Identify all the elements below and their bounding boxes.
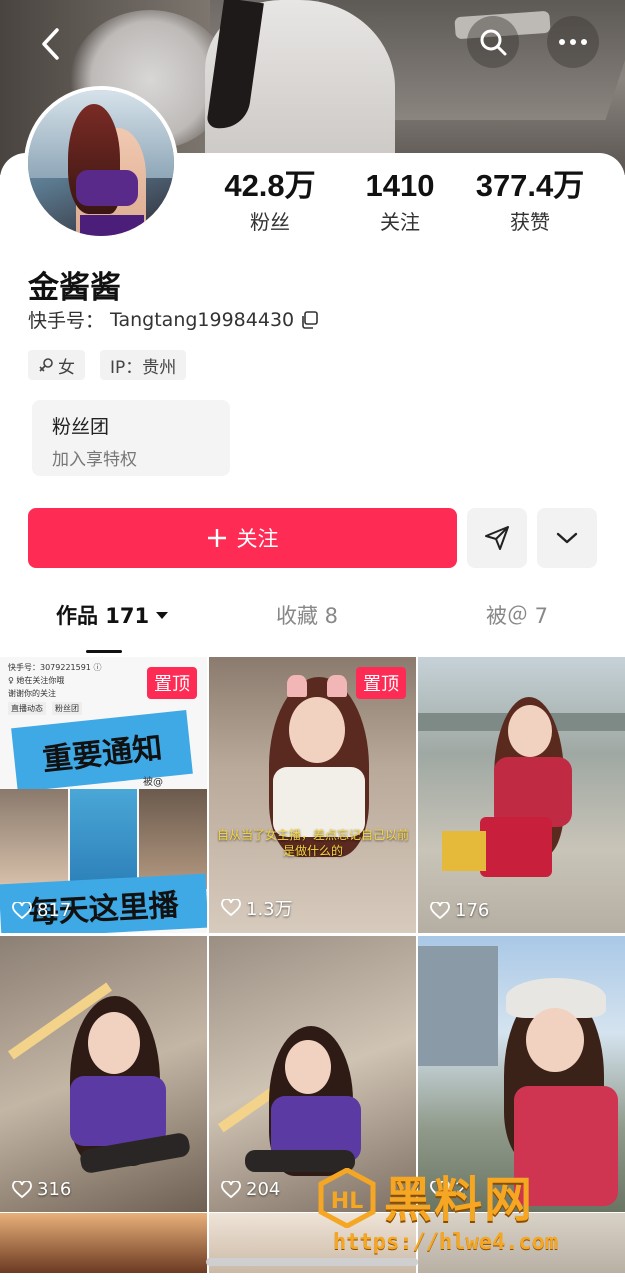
bollard (442, 831, 486, 871)
handbag (480, 817, 552, 877)
like-count: 204 (221, 1179, 280, 1200)
tab-label: 作品 171 (56, 604, 150, 628)
expand-button[interactable] (537, 508, 597, 568)
fan-club-subtitle: 加入享特权 (52, 450, 137, 470)
like-count-value: 1.3万 (246, 899, 293, 920)
avatar-top (76, 170, 138, 206)
fan-club-card[interactable]: 粉丝团 加入享特权 (32, 400, 230, 476)
profile-name: 金酱酱 (28, 270, 121, 306)
doc-line: 快手号：3079221591 ⓘ (8, 663, 102, 672)
caret-down-icon (156, 612, 169, 619)
home-indicator (206, 1258, 418, 1266)
doc-tag: 粉丝团 (52, 702, 82, 715)
search-icon (480, 29, 507, 56)
profile-id: 快手号： Tangtang19984430 (28, 306, 318, 333)
notice-banner: 重要通知 (11, 709, 193, 793)
heart-icon (12, 1180, 32, 1198)
gender-text: 女 (58, 357, 75, 378)
tab-mentions[interactable]: 被＠ 7 (486, 600, 548, 630)
heart-icon (430, 901, 450, 919)
thumb-photo (0, 789, 68, 889)
watermark-logo-icon: HL (318, 1168, 376, 1228)
follow-button[interactable]: 关注 (28, 508, 457, 568)
active-tab-indicator (86, 650, 122, 653)
video-caption: 自从当了女主播，差点忘记自己以前是做什么的 (217, 828, 410, 858)
copy-icon[interactable] (300, 310, 318, 329)
plus-icon (207, 529, 226, 547)
like-count: 316 (12, 1179, 71, 1200)
video-thumbnail[interactable]: 316 (0, 936, 207, 1212)
thumb-photo (69, 789, 138, 889)
notice-thumbs (0, 789, 207, 889)
doc-tag: 直播动态 (8, 702, 46, 715)
like-count-value: 316 (37, 1179, 72, 1200)
chevron-left-icon (42, 28, 59, 60)
pinned-badge: 置顶 (356, 667, 406, 699)
stat-label: 粉丝 (250, 210, 290, 234)
video-thumbnail[interactable] (0, 1213, 207, 1273)
doc-line: ♀ 她在关注你哦 (8, 676, 65, 685)
pinned-badge: 置顶 (147, 667, 197, 699)
avatar[interactable] (24, 86, 178, 240)
like-count: 1.3万 (221, 895, 293, 921)
figure-face (508, 705, 552, 757)
gender-tag: 女 (28, 350, 85, 380)
figure-dress (70, 1076, 166, 1146)
figure-face (88, 1012, 140, 1074)
heart-icon (221, 1180, 241, 1198)
ip-text: IP：贵州 (110, 357, 177, 378)
tab-works[interactable]: 作品 171 (56, 600, 169, 630)
profile-id-label: 快手号： (28, 310, 105, 332)
cat-ear (327, 675, 347, 697)
tab-label: 收藏 8 (276, 604, 339, 628)
svg-text:HL: HL (331, 1189, 363, 1214)
stat-label: 获赞 (510, 210, 550, 234)
mention-text: 被@ (143, 777, 163, 788)
cat-ear (287, 675, 307, 697)
heart-icon (12, 901, 32, 919)
like-count-value: 817 (37, 900, 72, 921)
stat-value: 1410 (365, 168, 435, 203)
stat-likes[interactable]: 377.4万 获赞 (460, 168, 600, 235)
stat-following[interactable]: 1410 关注 (330, 168, 470, 235)
background-building (418, 946, 498, 1066)
watermark-url: https://hlwe4.com (333, 1230, 559, 1255)
video-thumbnail[interactable]: 自从当了女主播，差点忘记自己以前是做什么的 置顶 1.3万 (209, 657, 416, 933)
message-button[interactable] (467, 508, 527, 568)
stat-followers[interactable]: 42.8万 粉丝 (200, 168, 340, 235)
doc-line: 谢谢你的关注 (8, 689, 56, 698)
more-button[interactable] (547, 16, 599, 68)
figure-face (526, 1008, 584, 1072)
video-thumbnail[interactable]: 快手号：3079221591 ⓘ ♀ 她在关注你哦 谢谢你的关注 直播动态 粉丝… (0, 657, 207, 933)
female-icon (39, 358, 53, 372)
tab-favorites[interactable]: 收藏 8 (276, 600, 338, 630)
notice-doc-text: 快手号：3079221591 ⓘ ♀ 她在关注你哦 谢谢你的关注 直播动态 粉丝… (8, 661, 101, 715)
fan-club-title: 粉丝团 (52, 416, 110, 438)
content-tabs: 作品 171 收藏 8 被＠ 7 (0, 600, 625, 653)
stat-value: 42.8万 (224, 168, 316, 203)
search-button[interactable] (467, 16, 519, 68)
watermark-brand: 黑料网 (384, 1172, 535, 1228)
video-thumbnail[interactable]: 176 (418, 657, 625, 933)
like-count: 817 (12, 900, 71, 921)
like-count-value: 176 (455, 900, 490, 921)
like-count-value: 204 (246, 1179, 281, 1200)
stat-label: 关注 (380, 210, 420, 234)
send-icon (485, 526, 509, 550)
notice-banner-text: 重要通知 (40, 730, 164, 779)
profile-id-value: Tangtang19984430 (110, 308, 295, 331)
figure-face (289, 697, 345, 763)
chevron-down-icon (556, 532, 578, 544)
ip-tag: IP：贵州 (100, 350, 187, 380)
figure-face (285, 1040, 331, 1094)
like-count: 176 (430, 900, 489, 921)
heart-icon (221, 899, 241, 917)
more-dots-icon (559, 39, 587, 45)
back-button[interactable] (30, 24, 70, 64)
stat-value: 377.4万 (475, 168, 585, 203)
follow-label: 关注 (236, 527, 279, 551)
tab-label: 被＠ 7 (486, 604, 549, 628)
